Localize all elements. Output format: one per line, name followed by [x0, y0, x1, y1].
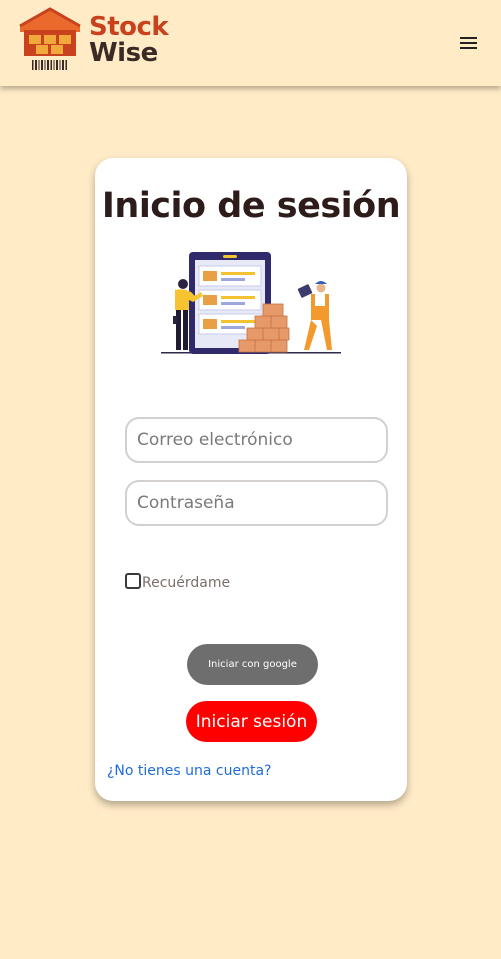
stockwise-logo[interactable]: Stock Wise [18, 6, 178, 74]
menu-bar-top [460, 37, 477, 39]
google-login-button[interactable]: Iniciar con google [187, 644, 318, 685]
email-input[interactable] [125, 417, 388, 463]
login-card: Inicio de sesión Correo electrónico Recu… [95, 158, 407, 801]
login-title: Inicio de sesión [101, 186, 401, 226]
logo-wordmark: Stock Wise [89, 12, 169, 68]
logo-line-2: Wise [89, 38, 158, 68]
top-navbar: Stock Wise [0, 0, 501, 86]
login-button[interactable]: Iniciar sesión [186, 701, 317, 742]
menu-bar-middle [460, 42, 477, 44]
password-input[interactable] [125, 480, 388, 526]
remember-me-label[interactable]: Recuérdame [142, 575, 230, 591]
warehouse-logo-icon [19, 7, 81, 70]
logo-line-1: Stock [89, 12, 169, 42]
inventory-illustration [161, 252, 341, 354]
signup-link[interactable]: ¿No tienes una cuenta? [107, 763, 271, 779]
menu-bar-bottom [460, 47, 477, 49]
hamburger-menu-icon[interactable] [460, 37, 477, 51]
remember-me-checkbox[interactable] [125, 573, 141, 589]
